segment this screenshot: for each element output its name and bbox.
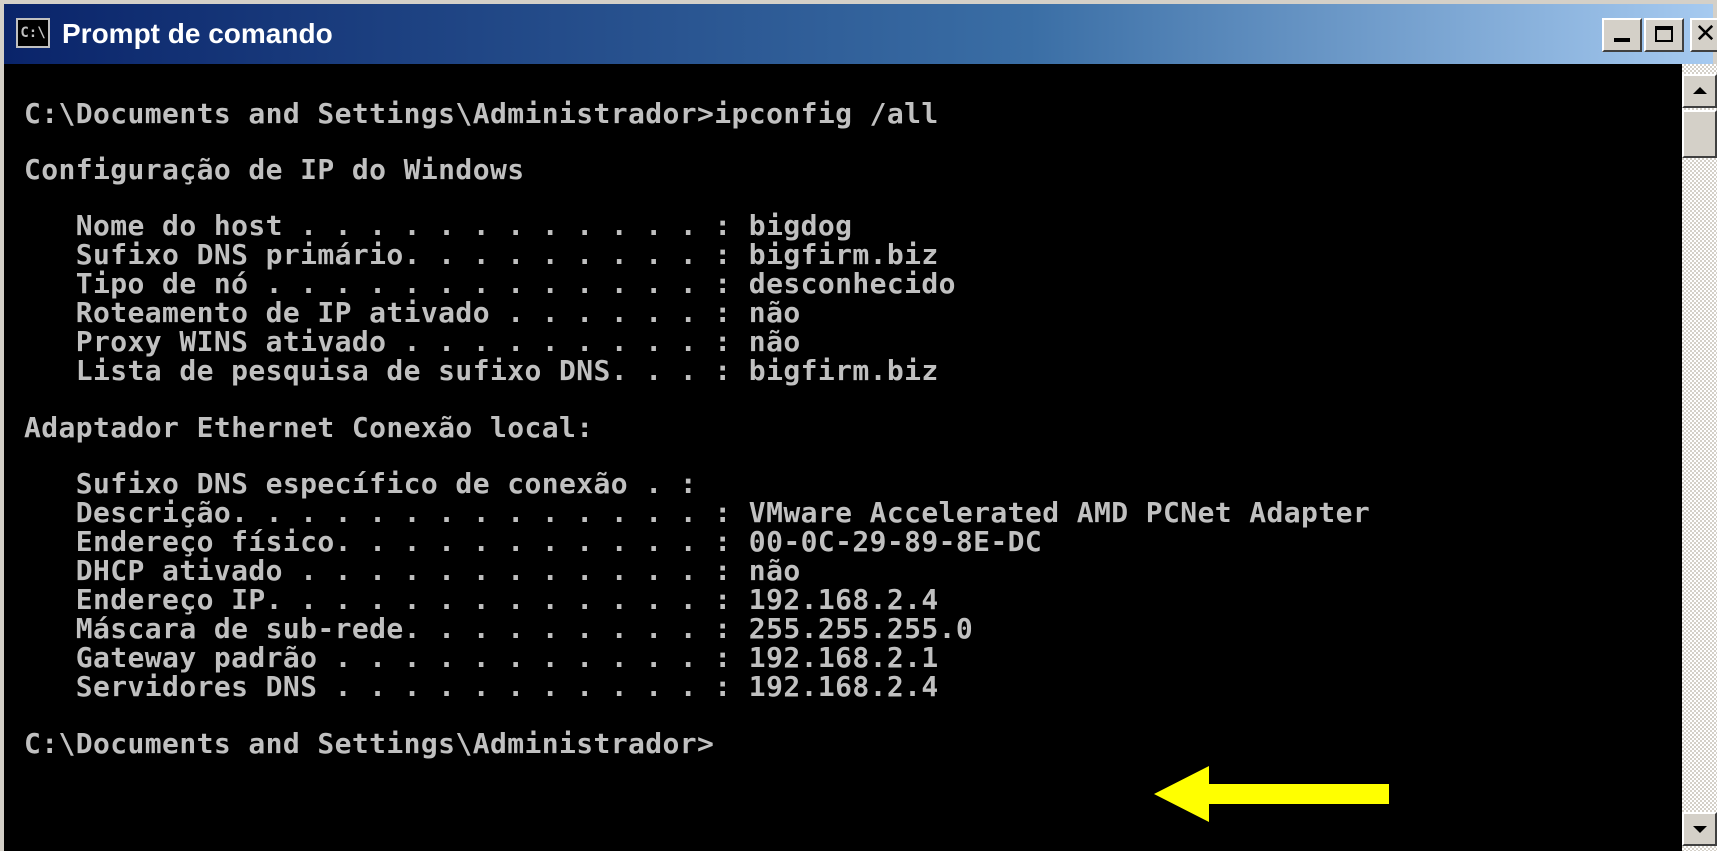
console-output[interactable]: C:\Documents and Settings\Administrador>… bbox=[4, 64, 1682, 851]
console-line: Adaptador Ethernet Conexão local: bbox=[24, 411, 594, 444]
window-title: Prompt de comando bbox=[62, 18, 333, 49]
cmd-icon[interactable]: C:\ bbox=[16, 18, 50, 48]
console-line: DHCP ativado . . . . . . . . . . . . : n… bbox=[24, 554, 801, 587]
console-line: C:\Documents and Settings\Administrador>… bbox=[24, 97, 939, 130]
console-line: Gateway padrão . . . . . . . . . . . : 1… bbox=[24, 641, 939, 674]
scroll-thumb[interactable] bbox=[1682, 110, 1717, 158]
console-line: Configuração de IP do Windows bbox=[24, 153, 525, 186]
close-button[interactable]: ✕ bbox=[1690, 18, 1717, 52]
console-line: Nome do host . . . . . . . . . . . . : b… bbox=[24, 209, 853, 242]
console-line: Sufixo DNS específico de conexão . : bbox=[24, 467, 698, 500]
console-line: Proxy WINS ativado . . . . . . . . . : n… bbox=[24, 325, 801, 358]
console-line: Descrição. . . . . . . . . . . . . . : V… bbox=[24, 496, 1371, 529]
console-line: Endereço IP. . . . . . . . . . . . . : 1… bbox=[24, 583, 939, 616]
title-bar[interactable]: C:\ Prompt de comando ✕ bbox=[4, 4, 1717, 64]
minimize-icon bbox=[1614, 38, 1630, 42]
left-arrow-icon bbox=[1154, 766, 1389, 822]
maximize-button[interactable] bbox=[1644, 18, 1684, 52]
scroll-up-button[interactable] bbox=[1682, 74, 1717, 108]
scroll-down-icon bbox=[1692, 826, 1707, 833]
maximize-icon bbox=[1655, 26, 1673, 42]
console-prompt[interactable]: C:\Documents and Settings\Administrador> bbox=[24, 729, 714, 759]
console-line: Sufixo DNS primário. . . . . . . . . : b… bbox=[24, 238, 939, 271]
console-line: Tipo de nó . . . . . . . . . . . . . : d… bbox=[24, 267, 956, 300]
vertical-scrollbar[interactable] bbox=[1682, 64, 1717, 851]
scroll-up-icon bbox=[1692, 87, 1707, 94]
console-line: Servidores DNS . . . . . . . . . . . : 1… bbox=[24, 670, 939, 703]
console-line: Máscara de sub-rede. . . . . . . . . : 2… bbox=[24, 612, 974, 645]
console-line: Endereço físico. . . . . . . . . . . : 0… bbox=[24, 525, 1043, 558]
minimize-button[interactable] bbox=[1602, 18, 1642, 52]
close-icon: ✕ bbox=[1694, 19, 1717, 49]
scroll-down-button[interactable] bbox=[1682, 812, 1717, 846]
console-line: Roteamento de IP ativado . . . . . . : n… bbox=[24, 296, 801, 329]
command-prompt-window: C:\ Prompt de comando ✕ C:\Documents and… bbox=[0, 0, 1717, 851]
console-line: Lista de pesquisa de sufixo DNS. . . : b… bbox=[24, 354, 939, 387]
